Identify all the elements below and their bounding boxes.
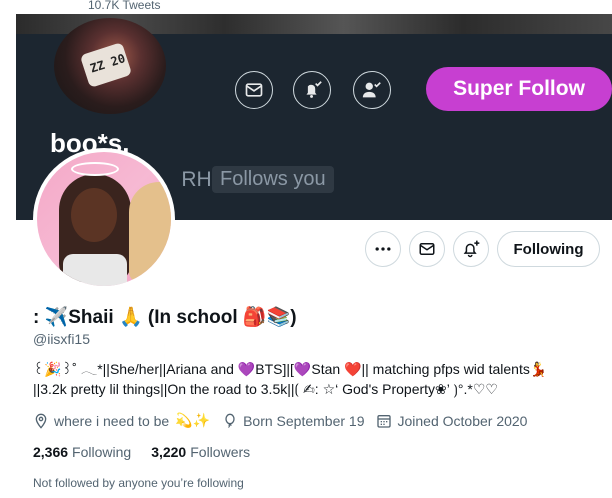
mail-icon bbox=[419, 243, 435, 255]
tweets-count: 10.7K Tweets bbox=[88, 0, 161, 12]
super-follow-button[interactable]: Super Follow bbox=[426, 67, 612, 111]
location-emoji: 💫✨ bbox=[175, 412, 211, 428]
avatar-figure-right bbox=[129, 182, 171, 282]
avatar-top bbox=[63, 254, 127, 286]
following-label: Following bbox=[72, 444, 132, 460]
more-icon bbox=[375, 247, 391, 251]
follows-you-badge: Follows you bbox=[212, 166, 334, 193]
banner-notify-button[interactable] bbox=[293, 71, 331, 109]
followers-label: Followers bbox=[190, 444, 251, 460]
mask-text: ZZ 20 bbox=[88, 51, 127, 76]
not-followed-text: Not followed by anyone you’re following bbox=[33, 476, 244, 490]
location-text: where i need to be bbox=[54, 412, 170, 429]
following-button[interactable]: Following bbox=[497, 231, 600, 267]
calendar-icon bbox=[377, 414, 392, 428]
notify-button[interactable] bbox=[453, 231, 489, 267]
profile-avatar[interactable] bbox=[33, 148, 175, 290]
joined-text: Joined October 2020 bbox=[397, 412, 528, 429]
profile-avatar-image bbox=[37, 152, 171, 286]
location-item: where i need to be 💫✨ bbox=[33, 412, 210, 429]
bell-check-icon bbox=[306, 81, 322, 98]
display-name: : ✈️Shaii 🙏 (In school 🎒📚) bbox=[33, 307, 297, 328]
avatar-face-left bbox=[71, 188, 117, 242]
user-check-icon bbox=[362, 82, 381, 98]
joined-item: Joined October 2020 bbox=[376, 413, 527, 429]
mail-icon bbox=[245, 83, 263, 97]
profile-meta: where i need to be 💫✨ Born September 19 … bbox=[33, 412, 539, 429]
bio-line-2: ||3.2k pretty lil things||On the road to… bbox=[33, 381, 498, 397]
following-count: 2,366 bbox=[33, 444, 69, 460]
location-icon bbox=[35, 413, 47, 429]
bell-plus-icon bbox=[463, 240, 480, 258]
message-button[interactable] bbox=[409, 231, 445, 267]
avatar-mask: ZZ 20 bbox=[79, 42, 133, 88]
followers-count-link[interactable]: 3,220 Followers bbox=[151, 444, 250, 460]
follow-counts: 2,366 Following 3,220 Followers bbox=[33, 444, 270, 460]
banner-user-check-button[interactable] bbox=[353, 71, 391, 109]
bio-line-1: ꒰🎉꒱˚ 𓂃*||She/her||Ariana and 💜BTS]|[💜Sta… bbox=[33, 361, 548, 377]
balloon-icon bbox=[225, 413, 235, 428]
banner-avatar[interactable]: ZZ 20 bbox=[54, 18, 166, 114]
followers-count: 3,220 bbox=[151, 444, 187, 460]
birthday-text: Born September 19 bbox=[243, 412, 365, 429]
more-button[interactable] bbox=[365, 231, 401, 267]
avatar-halo bbox=[71, 162, 119, 176]
top-strip: 10.7K Tweets bbox=[0, 0, 612, 14]
banner-handle-suffix: RH bbox=[181, 168, 212, 191]
bio: ꒰🎉꒱˚ 𓂃*||She/her||Ariana and 💜BTS]|[💜Sta… bbox=[33, 359, 605, 399]
birthday-item: Born September 19 bbox=[222, 413, 364, 429]
following-count-link[interactable]: 2,366 Following bbox=[33, 444, 131, 460]
profile-handle: @iisxfi15 bbox=[33, 331, 91, 347]
banner-message-button[interactable] bbox=[235, 71, 273, 109]
